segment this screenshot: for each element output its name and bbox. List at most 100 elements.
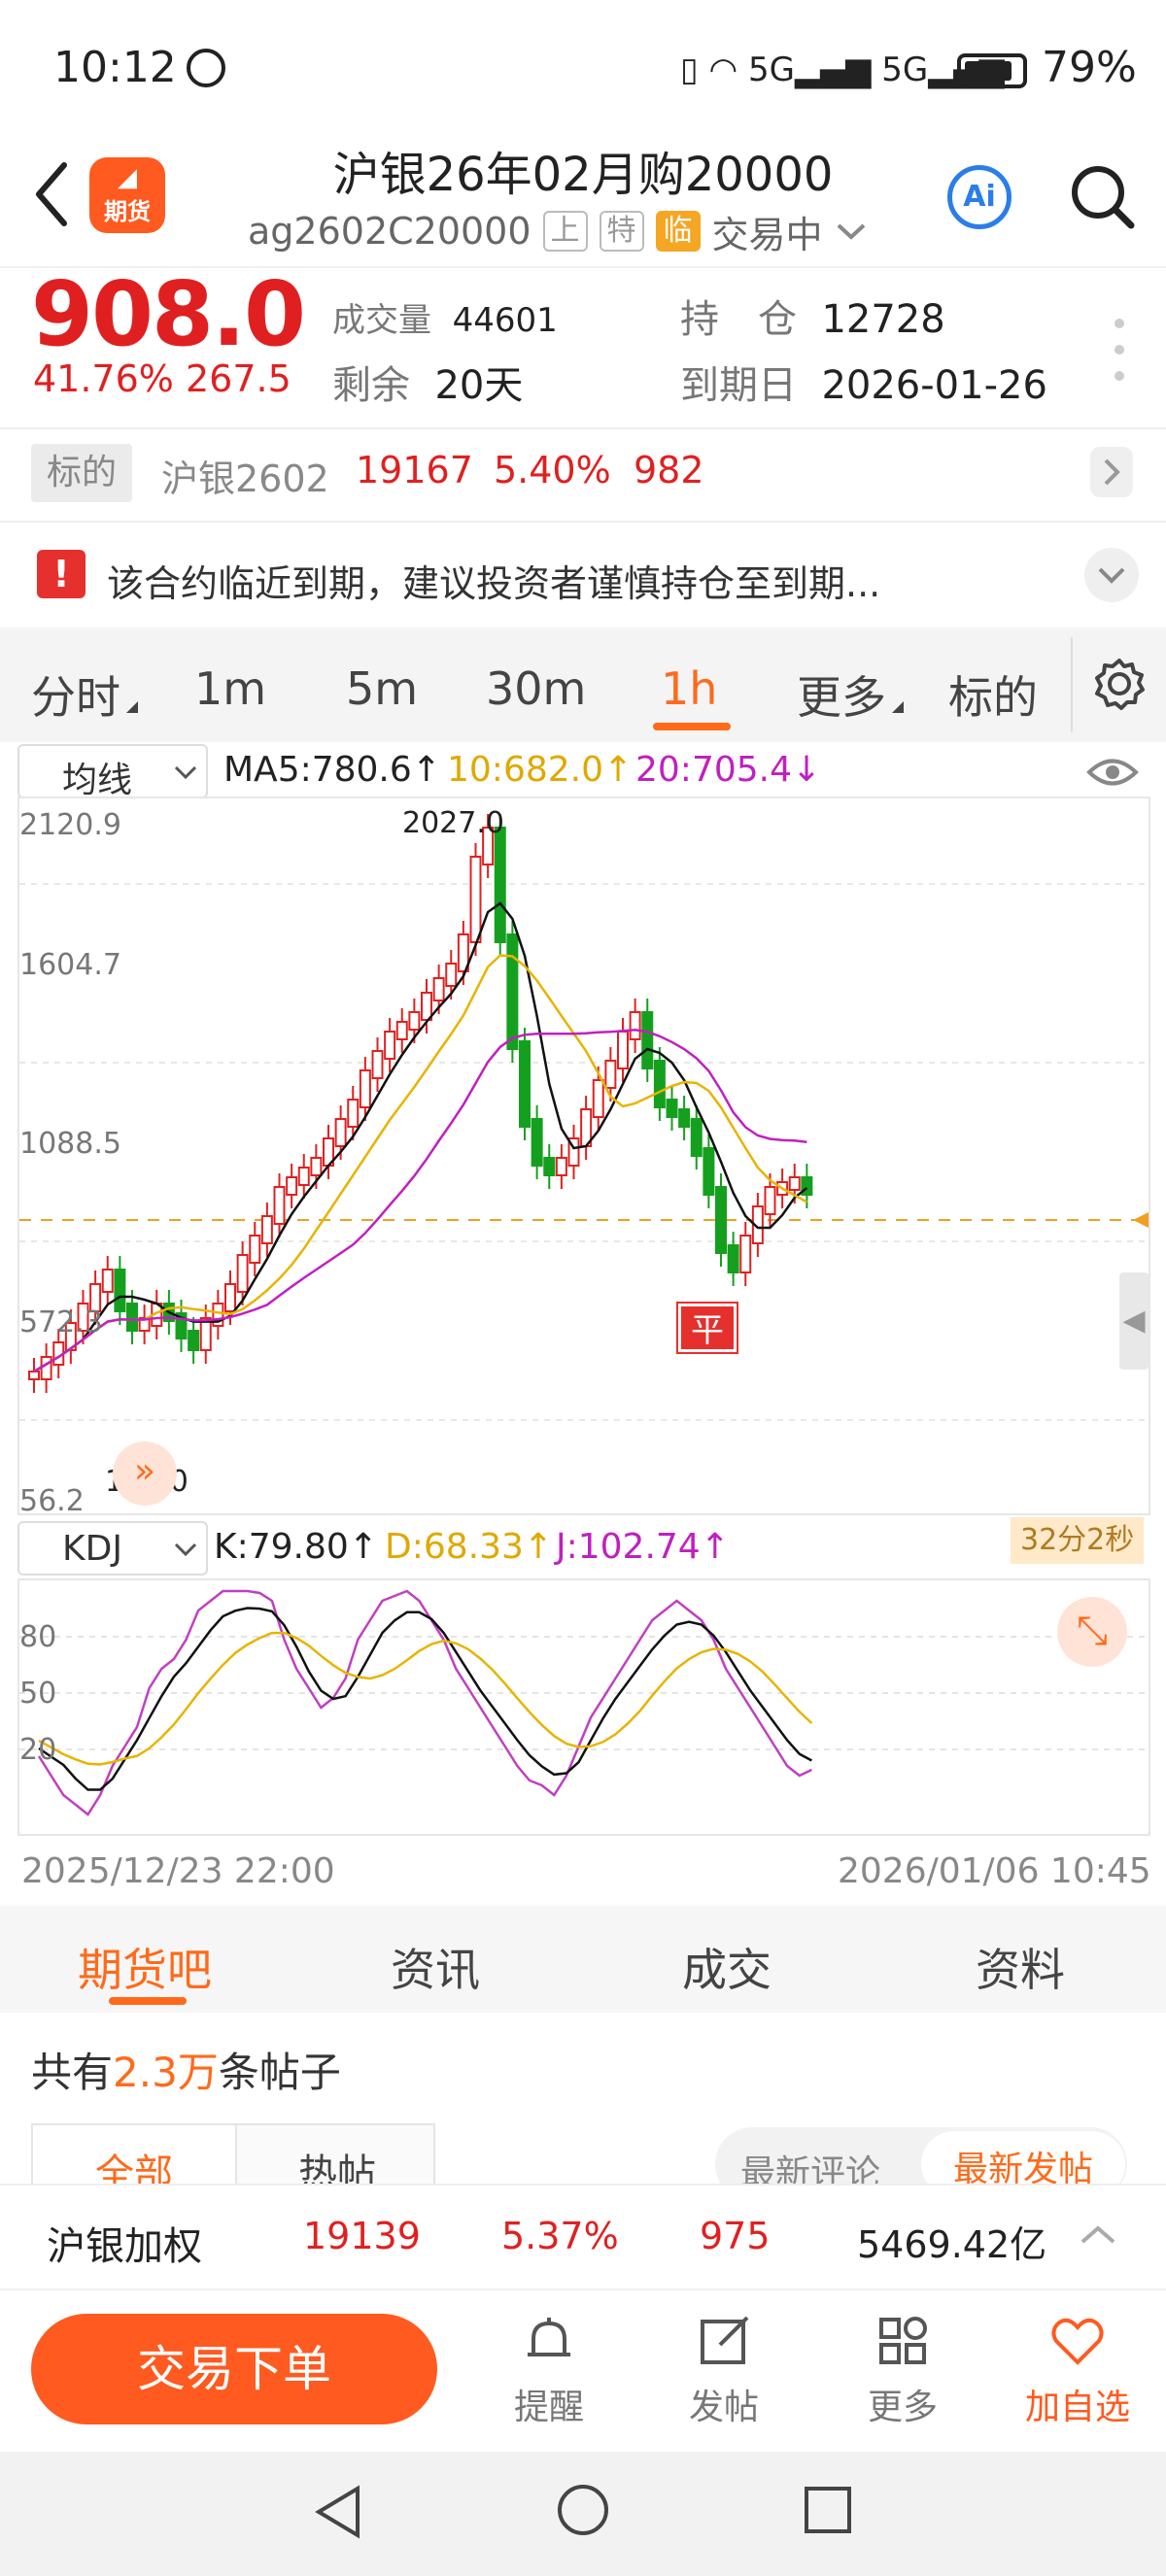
- kdj-k-line: [38, 1607, 812, 1791]
- candle-body: [101, 1269, 114, 1293]
- candle-body: [519, 1040, 531, 1128]
- post-count-value: 2.3万: [113, 2049, 219, 2096]
- ma5-value: MA5:780.6↑: [223, 750, 441, 790]
- nav-back-icon[interactable]: [311, 2483, 365, 2541]
- tab-more[interactable]: 更多: [797, 662, 886, 727]
- kline-svg: [19, 814, 1149, 1421]
- candle-body: [408, 1011, 421, 1031]
- position-marker[interactable]: 平: [676, 1302, 738, 1354]
- settings-gear-icon[interactable]: [1092, 657, 1147, 711]
- underlying-change: 982: [634, 449, 704, 491]
- tab-30m[interactable]: 30m: [486, 662, 586, 715]
- action-post[interactable]: 发帖: [670, 2312, 777, 2429]
- underlying-arrow-button[interactable]: [1090, 447, 1133, 497]
- tab-info[interactable]: 资料: [976, 1935, 1065, 1999]
- bar-countdown: 32分2秒: [1011, 1517, 1145, 1564]
- kdj-k-value: K:79.80↑: [214, 1527, 378, 1567]
- candle-body: [739, 1235, 752, 1273]
- contract-subrow: ag2602C20000 上 特 临 交易中: [248, 204, 868, 258]
- indicator-dropdown[interactable]: 均线: [17, 744, 208, 800]
- underlying-chip: 标的: [31, 444, 132, 502]
- y-tick-4: 56.2: [19, 1484, 85, 1518]
- tab-5m[interactable]: 5m: [346, 662, 418, 715]
- sub-indicator-dropdown[interactable]: KDJ: [17, 1521, 208, 1576]
- scroll-handle[interactable]: ◀: [1119, 1272, 1149, 1370]
- candle-body: [334, 1118, 347, 1147]
- candle-body: [653, 1060, 666, 1108]
- chevron-up-icon[interactable]: [1079, 2222, 1117, 2248]
- tab-1h[interactable]: 1h: [661, 662, 717, 715]
- search-icon[interactable]: [1069, 163, 1137, 231]
- chevron-right-icon: [1104, 458, 1120, 486]
- kdj-d-line: [38, 1631, 813, 1766]
- candle-body: [114, 1269, 126, 1312]
- alarm-icon: [187, 49, 225, 87]
- contract-code: ag2602C20000: [248, 210, 532, 253]
- double-chevron-icon[interactable]: »: [113, 1441, 177, 1506]
- section-tab-indicator: [109, 1997, 187, 2005]
- action-watchlist[interactable]: 加自选: [1024, 2312, 1131, 2429]
- chevron-down-icon: [1098, 567, 1125, 584]
- tab-trades[interactable]: 成交: [682, 1935, 772, 1999]
- candle-body: [28, 1371, 40, 1380]
- more-vertical-icon[interactable]: [1114, 316, 1125, 384]
- ai-assistant-icon[interactable]: Ai: [947, 165, 1012, 229]
- candle-body: [224, 1283, 236, 1312]
- period-tabs: 分时 1m 5m 30m 1h 更多 标的: [0, 627, 1166, 742]
- candle-body: [690, 1118, 703, 1157]
- y-tick-0: 2120.9: [19, 808, 121, 842]
- candle-body: [641, 1011, 654, 1069]
- system-nav-bar: [0, 2452, 1166, 2576]
- x-start-label: 2025/12/23 22:00: [21, 1851, 335, 1891]
- candle-body: [297, 1167, 310, 1186]
- tab-underlying[interactable]: 标的: [948, 662, 1038, 727]
- change-percent: 41.76%: [33, 357, 174, 400]
- action-more[interactable]: 更多: [849, 2312, 956, 2429]
- status-time: 10:12: [53, 43, 177, 92]
- ticker-change: 975: [700, 2215, 771, 2257]
- trade-status[interactable]: 交易中: [712, 205, 823, 258]
- candle-body: [260, 1215, 273, 1244]
- battery-icon: [957, 53, 1027, 88]
- bottom-ticker[interactable]: 沪银加权 19139 5.37% 975 5469.42亿: [0, 2184, 1166, 2288]
- ticker-amount: 5469.42亿: [857, 2223, 1047, 2266]
- tag-special: 特: [599, 211, 644, 252]
- candle-body: [371, 1050, 384, 1079]
- current-price-marker: [1133, 1212, 1149, 1228]
- candle-body: [395, 1021, 408, 1040]
- candle-body: [617, 1031, 629, 1069]
- kdj-chart[interactable]: [17, 1578, 1150, 1836]
- candle-body: [347, 1099, 360, 1128]
- y-tick-1: 1604.7: [19, 948, 121, 982]
- chevron-down-icon: [174, 765, 197, 780]
- candle-body: [199, 1317, 212, 1351]
- price-change: 41.76% 267.5: [33, 357, 292, 400]
- tab-forum[interactable]: 期货吧: [78, 1935, 212, 1999]
- ticker-name: 沪银加权: [47, 2224, 202, 2269]
- candle-body: [629, 1011, 641, 1040]
- notice-expand-button[interactable]: [1084, 548, 1139, 602]
- candlestick-chart[interactable]: [17, 797, 1150, 1515]
- post-count: 共有2.3万条帖子: [31, 2049, 341, 2096]
- chevron-down-icon: [174, 1542, 197, 1557]
- y-tick-3: 572.3: [19, 1305, 103, 1339]
- ma20-value: 20:705.4↓: [635, 750, 822, 790]
- volume-info: 成交量 44601: [332, 301, 558, 340]
- tab-more-corner-icon: [892, 701, 904, 713]
- tab-1m[interactable]: 1m: [194, 662, 266, 715]
- candle-body: [359, 1069, 371, 1108]
- nav-home-icon[interactable]: [556, 2483, 610, 2537]
- eye-icon[interactable]: [1086, 756, 1139, 789]
- action-alert[interactable]: 提醒: [496, 2312, 602, 2429]
- candle-body: [506, 933, 519, 1050]
- tab-news[interactable]: 资讯: [391, 1935, 480, 1999]
- active-tab-indicator: [653, 723, 731, 730]
- chevron-down-icon[interactable]: [835, 220, 868, 243]
- trade-order-button[interactable]: 交易下单: [31, 2314, 437, 2424]
- nav-recents-icon[interactable]: [803, 2485, 853, 2535]
- ticker-pct: 5.37%: [501, 2215, 619, 2257]
- tab-timeshare[interactable]: 分时: [31, 662, 120, 727]
- kdj-tick-20: 20: [19, 1733, 57, 1767]
- indicator-dropdown-label: 均线: [62, 761, 133, 800]
- expand-chart-icon[interactable]: ⤡: [1057, 1597, 1127, 1667]
